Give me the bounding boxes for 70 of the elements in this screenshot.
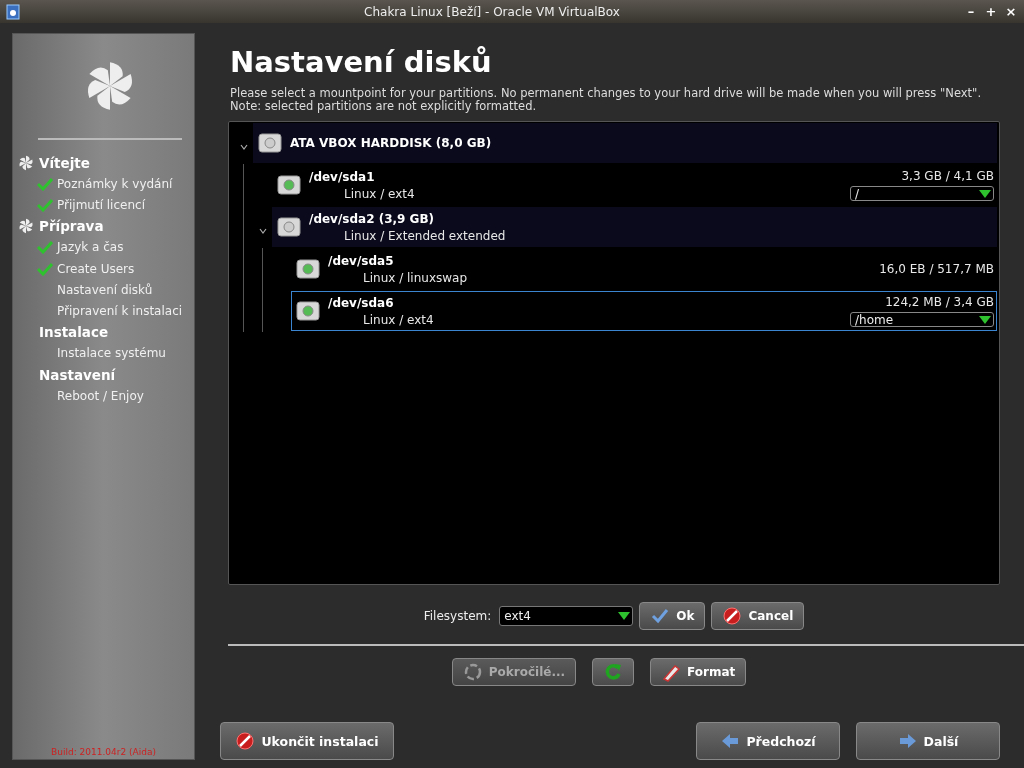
no-entry-icon — [722, 605, 743, 626]
dropdown-arrow-icon — [618, 610, 631, 621]
device-name: /dev/sda6 — [328, 295, 395, 310]
step-label: Přijmutí licencí — [57, 197, 145, 212]
section-title: Instalace — [39, 324, 109, 341]
format-button[interactable]: Format — [650, 658, 747, 686]
dropdown-arrow-icon — [979, 188, 991, 199]
drive-icon — [296, 300, 320, 322]
usage-text: 124,2 MB / 3,4 GB — [885, 295, 994, 309]
build-label: Build: 2011.04r2 (Aida) — [50, 747, 157, 757]
partition-row[interactable]: /dev/sda6 Linux / ext4 124,2 MB / 3,4 GB /home — [291, 291, 997, 331]
step-label: Jazyk a čas — [57, 240, 124, 255]
partition-row[interactable]: /dev/sda2 (3,9 GB) Linux / Extended extended — [272, 207, 997, 247]
partition-type: Linux / ext4 — [362, 312, 435, 327]
window-control[interactable]: – — [964, 4, 978, 19]
expander-icon[interactable] — [240, 144, 248, 150]
window-title: Chakra Linux [Beží] - Oracle VM VirtualBox — [363, 4, 621, 19]
back-button[interactable]: Předchozí — [696, 722, 840, 760]
step-label: Připravení k instalaci — [57, 304, 183, 319]
expander-icon[interactable] — [259, 228, 267, 234]
step-label: Instalace systému — [57, 346, 166, 361]
refresh-icon — [603, 662, 624, 682]
refresh-button[interactable] — [592, 658, 635, 686]
device-name: /dev/sda2 (3,9 GB) — [309, 211, 436, 226]
partition-type: Linux / linuxswap — [362, 270, 469, 285]
partition-type: Linux / ext4 — [343, 186, 416, 201]
partition-row[interactable]: /dev/sda5 Linux / linuxswap 16,0 EB / 517,7 MB — [291, 249, 997, 289]
mountpoint-dropdown[interactable]: /home — [850, 312, 994, 327]
ring-icon — [462, 662, 483, 682]
check-icon — [37, 176, 53, 191]
eraser-icon — [661, 662, 682, 682]
ok-button[interactable]: Ok — [639, 601, 706, 630]
step-icon — [17, 153, 35, 172]
right-arrow-icon — [897, 731, 918, 751]
section-title: Příprava — [39, 218, 104, 235]
device-name: ATA VBOX HARDDISK (8,0 GB) — [290, 136, 493, 150]
description: Please select a mountpoint for your partitions. No permanent changes to your hard drive will be made when you will press "Next". Note: selected partitions are not explicitly formatted. — [230, 87, 983, 113]
check-icon — [37, 197, 53, 212]
window-control[interactable]: × — [1004, 4, 1018, 19]
disk-row[interactable]: ATA VBOX HARDDISK (8,0 GB) — [253, 123, 997, 163]
usage-text: 16,0 EB / 517,7 MB — [879, 262, 994, 276]
check-icon — [37, 240, 53, 255]
check-icon — [37, 261, 53, 276]
step-label: Create Users — [57, 261, 135, 276]
no-entry-icon — [235, 731, 256, 751]
next-button[interactable]: Další — [856, 722, 1000, 760]
usage-text: 3,3 GB / 4,1 GB — [901, 169, 994, 183]
section-title: Nastavení — [39, 366, 116, 383]
partition-type: Linux / Extended extended — [343, 228, 507, 243]
page-title: Nastavení disků — [230, 45, 493, 79]
quit-button[interactable]: Ukončit instalaci — [220, 722, 394, 760]
window-control[interactable]: + — [984, 4, 998, 19]
device-name: /dev/sda5 — [328, 253, 395, 268]
filesystem-label: Filesystem: — [423, 608, 492, 623]
step-label: Reboot / Enjoy — [57, 388, 144, 403]
step-label: Nastavení disků — [57, 282, 153, 297]
dropdown-arrow-icon — [979, 314, 991, 325]
cancel-button[interactable]: Cancel — [711, 601, 805, 630]
mountpoint-dropdown[interactable]: / — [850, 186, 994, 201]
section-title: Vítejte — [39, 154, 90, 171]
device-name: /dev/sda1 — [309, 169, 376, 184]
drive-icon — [296, 258, 320, 280]
drive-icon — [277, 174, 301, 196]
filesystem-dropdown[interactable]: ext4 — [499, 605, 634, 626]
partition-row[interactable]: /dev/sda1 Linux / ext4 3,3 GB / 4,1 GB / — [272, 165, 997, 205]
step-label: Poznámky k vydání — [57, 176, 173, 191]
left-arrow-icon — [720, 731, 741, 751]
step-icon — [17, 217, 35, 236]
drive-icon — [277, 216, 301, 238]
app-icon — [6, 3, 20, 20]
